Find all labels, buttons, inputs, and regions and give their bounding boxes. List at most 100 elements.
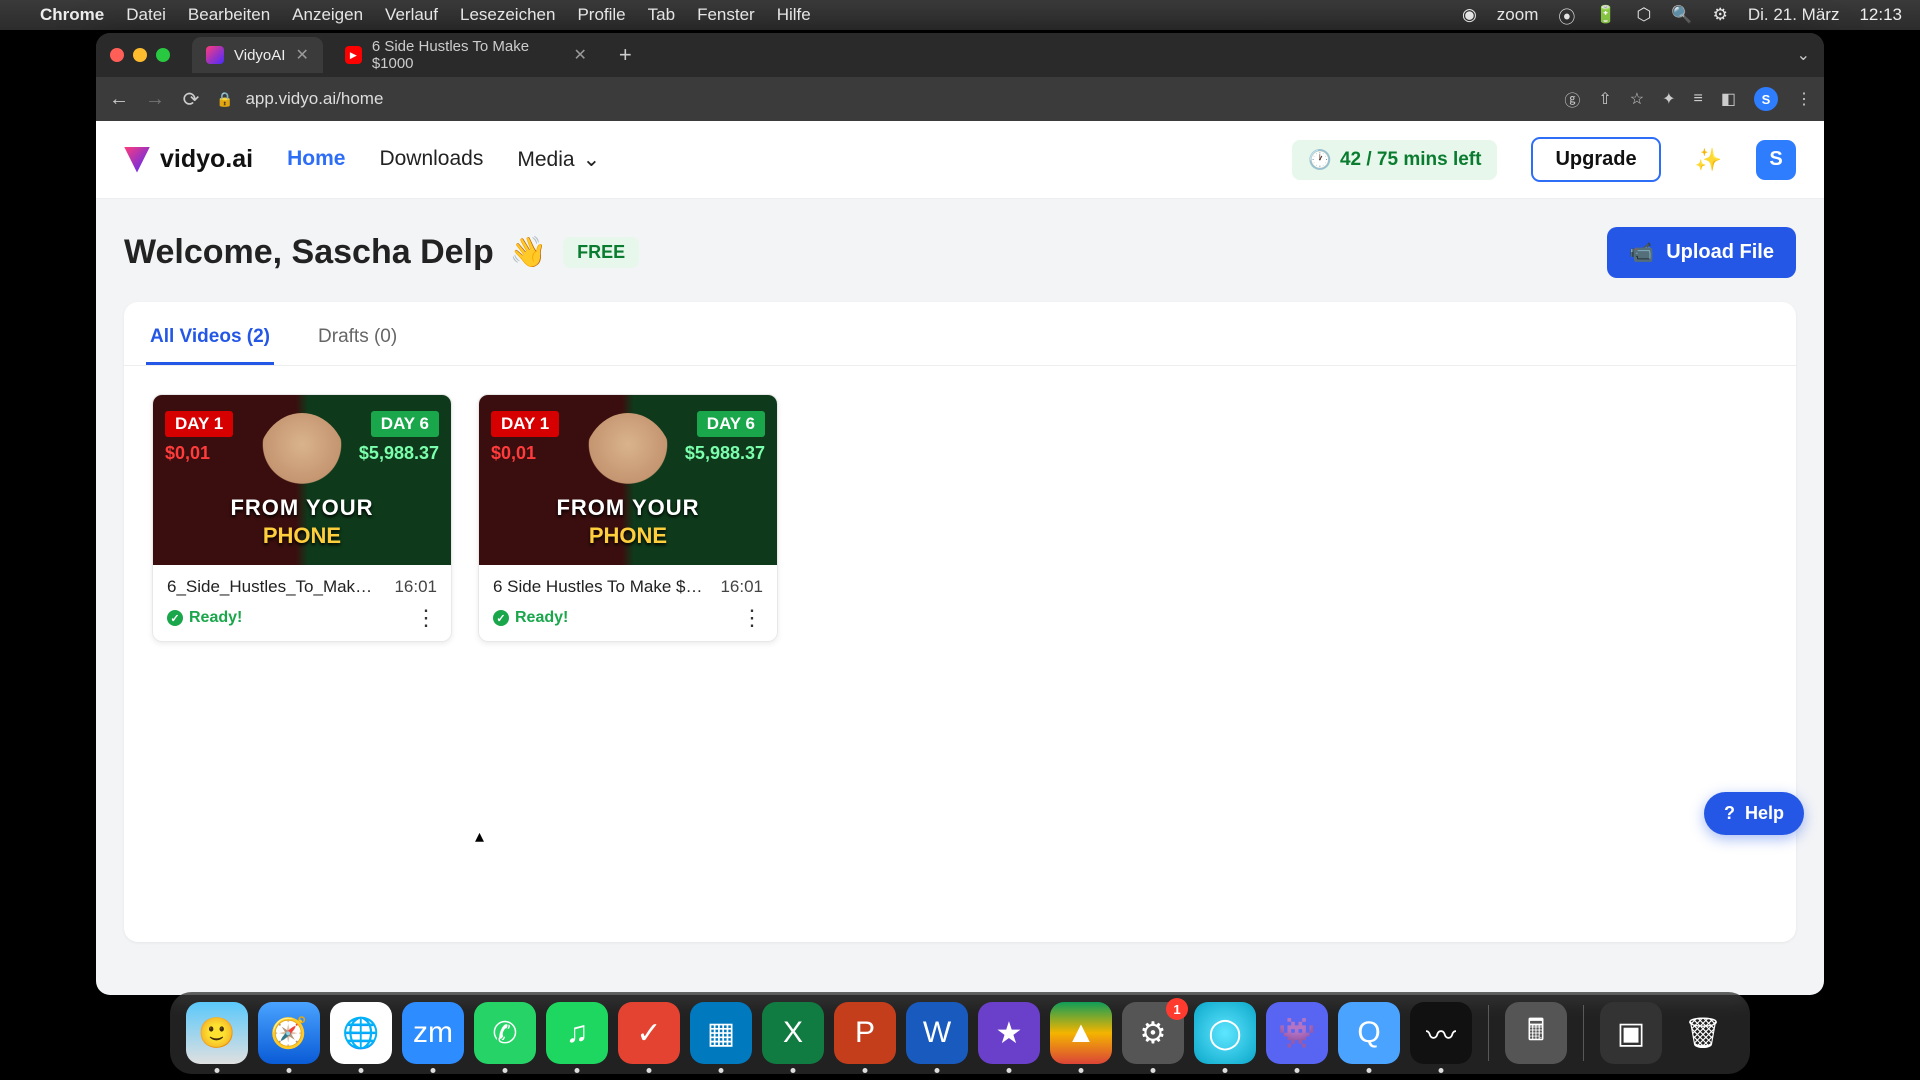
tabstrip: VidyoAI ✕ ▶ 6 Side Hustles To Make $1000… xyxy=(96,33,1824,77)
video-thumbnail: DAY 1 DAY 6 $0,01 $5,988.37 FROM YOUR PH… xyxy=(153,395,451,565)
zoom-label[interactable]: zoom xyxy=(1497,5,1539,25)
help-button[interactable]: ? Help xyxy=(1704,792,1804,835)
time-left-text: 42 / 75 mins left xyxy=(1340,149,1482,171)
imovie-icon[interactable]: ★ xyxy=(978,1002,1040,1064)
whatsapp-icon[interactable]: ✆ xyxy=(474,1002,536,1064)
audio-app-icon[interactable]: 〰 xyxy=(1410,1002,1472,1064)
menu-anzeigen[interactable]: Anzeigen xyxy=(292,5,363,25)
clock-icon: 🕐 xyxy=(1308,148,1332,172)
back-button[interactable]: ← xyxy=(108,88,130,111)
chrome-icon[interactable]: 🌐 xyxy=(330,1002,392,1064)
tab-vidyoai[interactable]: VidyoAI ✕ xyxy=(192,37,323,73)
new-tab-button[interactable]: + xyxy=(609,42,642,68)
plan-badge: FREE xyxy=(563,237,639,268)
menu-lesezeichen[interactable]: Lesezeichen xyxy=(460,5,555,25)
thumb-amt2: $5,988.37 xyxy=(685,443,765,464)
settings-badge: 1 xyxy=(1166,998,1188,1020)
battery-icon[interactable]: 🔋 xyxy=(1595,5,1616,25)
nav-home[interactable]: Home xyxy=(287,147,345,172)
menubar-date[interactable]: Di. 21. März xyxy=(1748,5,1840,25)
video-menu-button[interactable]: ⋮ xyxy=(415,614,437,623)
youtube-favicon-icon: ▶ xyxy=(345,46,362,64)
url-bar[interactable]: 🔒 app.vidyo.ai/home xyxy=(216,89,1550,109)
nav-media-label: Media xyxy=(517,148,574,172)
user-avatar[interactable]: S xyxy=(1756,140,1796,180)
menu-fenster[interactable]: Fenster xyxy=(697,5,755,25)
menu-profile[interactable]: Profile xyxy=(577,5,625,25)
upload-file-button[interactable]: 📹 Upload File xyxy=(1607,227,1796,278)
status-text: Ready! xyxy=(515,609,568,627)
reading-list-icon[interactable]: ≡ xyxy=(1694,90,1703,108)
translate-icon[interactable]: ⓖ xyxy=(1564,87,1580,111)
video-card[interactable]: DAY 1 DAY 6 $0,01 $5,988.37 FROM YOUR PH… xyxy=(152,394,452,642)
settings-icon[interactable]: ⚙1 xyxy=(1122,1002,1184,1064)
bookmark-icon[interactable]: ☆ xyxy=(1630,89,1644,109)
powerpoint-icon[interactable]: P xyxy=(834,1002,896,1064)
spotify-icon[interactable]: ♫ xyxy=(546,1002,608,1064)
discord-icon[interactable]: 👾 xyxy=(1266,1002,1328,1064)
menu-verlauf[interactable]: Verlauf xyxy=(385,5,438,25)
nav-downloads[interactable]: Downloads xyxy=(379,147,483,172)
maximize-window-icon[interactable] xyxy=(156,48,170,62)
excel-icon[interactable]: X xyxy=(762,1002,824,1064)
videos-panel: All Videos (2) Drafts (0) DAY 1 DAY 6 $0… xyxy=(124,302,1796,942)
status-badge: ✓ Ready! xyxy=(493,609,568,627)
menubar-app[interactable]: Chrome xyxy=(40,5,104,25)
close-tab-icon[interactable]: ✕ xyxy=(573,45,586,65)
share-icon[interactable]: ⇧ xyxy=(1598,89,1611,109)
quicktime-icon[interactable]: Q xyxy=(1338,1002,1400,1064)
mission-control-icon[interactable]: ▣ xyxy=(1600,1002,1662,1064)
tab-drafts[interactable]: Drafts (0) xyxy=(314,312,401,365)
check-icon: ✓ xyxy=(167,610,183,626)
menu-datei[interactable]: Datei xyxy=(126,5,166,25)
nav-media[interactable]: Media ⌄ xyxy=(517,147,600,172)
upgrade-button[interactable]: Upgrade xyxy=(1531,137,1660,182)
safari-icon[interactable]: 🧭 xyxy=(258,1002,320,1064)
wave-icon: 👋 xyxy=(510,235,547,270)
menu-tab[interactable]: Tab xyxy=(648,5,675,25)
video-card[interactable]: DAY 1 DAY 6 $0,01 $5,988.37 FROM YOUR PH… xyxy=(478,394,778,642)
word-icon[interactable]: W xyxy=(906,1002,968,1064)
close-window-icon[interactable] xyxy=(110,48,124,62)
tabs-overflow-icon[interactable]: ⌄ xyxy=(1797,45,1810,65)
time-left-pill: 🕐 42 / 75 mins left xyxy=(1292,140,1497,180)
tab-all-videos[interactable]: All Videos (2) xyxy=(146,312,274,365)
profile-avatar[interactable]: S xyxy=(1754,87,1778,111)
chevron-down-icon: ⌄ xyxy=(583,147,601,172)
thumb-day1: DAY 1 xyxy=(165,411,233,437)
todoist-icon[interactable]: ✓ xyxy=(618,1002,680,1064)
wifi-icon[interactable]: ⬡ xyxy=(1637,5,1652,25)
status-badge: ✓ Ready! xyxy=(167,609,242,627)
search-icon[interactable]: 🔍 xyxy=(1671,5,1692,25)
control-center-icon[interactable]: ⚙ xyxy=(1713,5,1728,25)
check-icon: ✓ xyxy=(493,610,509,626)
trello-icon[interactable]: ▦ xyxy=(690,1002,752,1064)
menubar-time[interactable]: 12:13 xyxy=(1859,5,1902,25)
menu-bearbeiten[interactable]: Bearbeiten xyxy=(188,5,270,25)
trash-icon[interactable]: 🗑 xyxy=(1672,1002,1734,1064)
thumb-line1: FROM YOUR xyxy=(153,495,451,521)
minimize-window-icon[interactable] xyxy=(133,48,147,62)
brand-logo[interactable]: vidyo.ai xyxy=(124,145,253,174)
close-tab-icon[interactable]: ✕ xyxy=(295,45,308,65)
side-panel-icon[interactable]: ◧ xyxy=(1721,89,1736,109)
drive-icon[interactable]: ▲ xyxy=(1050,1002,1112,1064)
extensions-icon[interactable]: ✦ xyxy=(1662,89,1675,109)
vidyo-favicon-icon xyxy=(206,46,224,64)
tab-title: VidyoAI xyxy=(234,47,285,64)
calculator-icon[interactable]: 🖩 xyxy=(1505,1002,1567,1064)
siri-icon[interactable]: ◯ xyxy=(1194,1002,1256,1064)
finder-icon[interactable]: 🙂 xyxy=(186,1002,248,1064)
menu-hilfe[interactable]: Hilfe xyxy=(777,5,811,25)
thumb-line2: PHONE xyxy=(153,523,451,549)
reload-button[interactable]: ⟳ xyxy=(180,87,202,112)
sparkle-icon[interactable]: ✨ xyxy=(1695,147,1722,173)
tab-youtube[interactable]: ▶ 6 Side Hustles To Make $1000 ✕ xyxy=(331,37,601,73)
screen-record-icon[interactable]: ⦿ xyxy=(1558,3,1575,28)
zoom-icon[interactable]: zm xyxy=(402,1002,464,1064)
browser-menu-icon[interactable]: ⋮ xyxy=(1796,89,1812,109)
forward-button[interactable]: → xyxy=(144,88,166,111)
video-menu-button[interactable]: ⋮ xyxy=(741,614,763,623)
record-icon[interactable]: ◉ xyxy=(1462,5,1477,25)
app-header: vidyo.ai Home Downloads Media ⌄ 🕐 42 / 7… xyxy=(96,121,1824,199)
